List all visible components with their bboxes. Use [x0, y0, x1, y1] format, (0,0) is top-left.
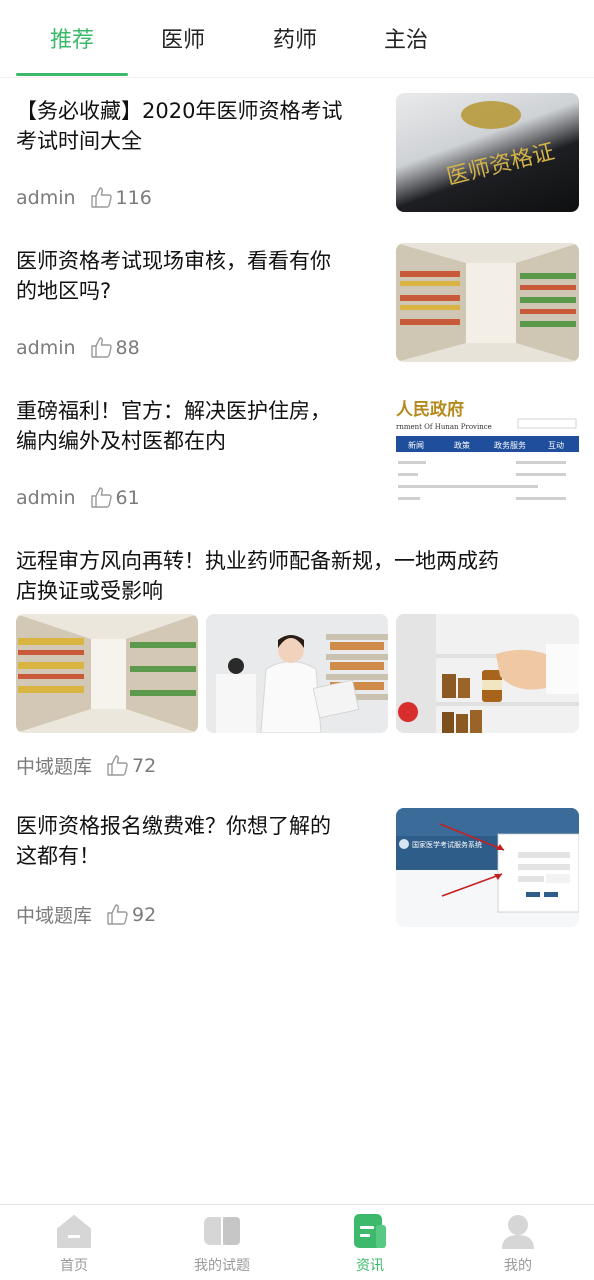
like-count[interactable]: 61: [90, 486, 140, 510]
pharmacists-image: [206, 614, 388, 733]
article-meta: admin 61: [16, 486, 140, 510]
gov-nav-news: 新闻: [408, 440, 424, 450]
home-icon: [57, 1215, 91, 1248]
pharmacy-shelves-image: [396, 243, 579, 362]
article-meta: admin 116: [16, 186, 152, 210]
tab-physician[interactable]: 医师: [127, 22, 239, 54]
exam-registration-image: 国家医学考试服务系统: [396, 808, 579, 927]
gov-site-graphic: 人民政府 rnment Of Hunan Province 新闻 政策 政务服务…: [396, 399, 579, 500]
article-author: 中域题库: [16, 756, 93, 778]
nav-profile[interactable]: 我的: [444, 1205, 592, 1280]
article-item[interactable]: 重磅福利！官方：解决医护住房， 编内编外及村医都在内 admin 61 人民政府…: [0, 390, 594, 520]
article-meta: 中域题库 92: [16, 901, 156, 928]
thumbs-up-icon: [90, 337, 112, 358]
nav-my-exams[interactable]: 我的试题: [148, 1205, 296, 1280]
certificate-graphic: 医师资格证: [444, 101, 557, 190]
certificate-text: 医师资格证: [444, 139, 557, 190]
doctor-certificate-image: 医师资格证: [396, 93, 579, 212]
like-count[interactable]: 92: [106, 903, 156, 927]
pharmacy-aisle-graphic: [16, 614, 198, 733]
thumbs-up-icon: [90, 187, 112, 208]
article-item[interactable]: 医师资格考试现场审核，看看有你 的地区吗? admin 88: [0, 240, 594, 370]
article-item[interactable]: 远程审方风向再转！执业药师配备新规，一地两成药 店换证或受影响 中域题库 72: [0, 540, 594, 780]
article-author: 中域题库: [16, 905, 93, 927]
article-title: 重磅福利！官方：解决医护住房， 编内编外及村医都在内: [16, 399, 331, 453]
article-meta: 中域题库 72: [16, 752, 156, 779]
article-meta: admin 88: [16, 336, 140, 360]
pharmacy-aisle-image: [16, 614, 198, 733]
medicine-bottle-graphic: [396, 614, 579, 733]
gov-header-text: 人民政府: [396, 399, 464, 420]
article-title: 医师资格考试现场审核，看看有你 的地区吗?: [16, 249, 331, 303]
gov-nav-policy: 政策: [454, 440, 470, 450]
nav-news[interactable]: 资讯: [296, 1205, 444, 1280]
gov-nav-services: 政务服务: [494, 440, 526, 450]
government-website-image: 人民政府 rnment Of Hunan Province 新闻 政策 政务服务…: [396, 393, 579, 512]
active-tab-indicator: [16, 73, 128, 76]
tab-recommended[interactable]: 推荐: [16, 22, 128, 54]
exam-icon: [204, 1217, 240, 1245]
top-tab-bar: 推荐 医师 药师 主治: [0, 0, 594, 78]
article-title: 【务必收藏】2020年医师资格考试 考试时间大全: [16, 99, 343, 153]
gov-nav-interact: 互动: [548, 440, 564, 450]
profile-icon: [502, 1215, 534, 1249]
tab-attending[interactable]: 主治: [350, 22, 462, 54]
article-author: admin: [16, 187, 76, 209]
bottom-nav-bar: 首页 我的试题 资讯 我的: [0, 1204, 594, 1280]
like-count[interactable]: 116: [90, 186, 152, 210]
article-item[interactable]: 【务必收藏】2020年医师资格考试 考试时间大全 admin 116 医师资格证: [0, 90, 594, 220]
tab-pharmacist[interactable]: 药师: [239, 22, 351, 54]
news-icon: [354, 1214, 386, 1248]
thumbs-up-icon: [107, 903, 128, 925]
registration-site-title: 国家医学考试服务系统: [412, 840, 482, 849]
nav-home[interactable]: 首页: [0, 1205, 148, 1280]
article-author: admin: [16, 487, 76, 509]
medicine-bottle-image: [396, 614, 579, 733]
registration-site-graphic: 国家医学考试服务系统: [396, 808, 579, 913]
like-count[interactable]: 88: [90, 336, 140, 360]
article-item[interactable]: 医师资格报名缴费难？你想了解的 这都有！ 中域题库 92 国家医学考试服务系统: [0, 805, 594, 935]
gov-subheader-text: rnment Of Hunan Province: [396, 423, 492, 431]
thumbs-up-icon: [107, 754, 128, 776]
like-count[interactable]: 72: [106, 754, 156, 778]
pharmacists-graphic: [206, 614, 388, 733]
article-title: 医师资格报名缴费难？你想了解的 这都有！: [16, 814, 331, 868]
pharmacy-graphic: [396, 243, 579, 362]
article-author: admin: [16, 337, 76, 359]
article-title: 远程审方风向再转！执业药师配备新规，一地两成药 店换证或受影响: [16, 549, 499, 603]
thumbs-up-icon: [90, 487, 112, 508]
tabs-divider: [0, 77, 594, 78]
